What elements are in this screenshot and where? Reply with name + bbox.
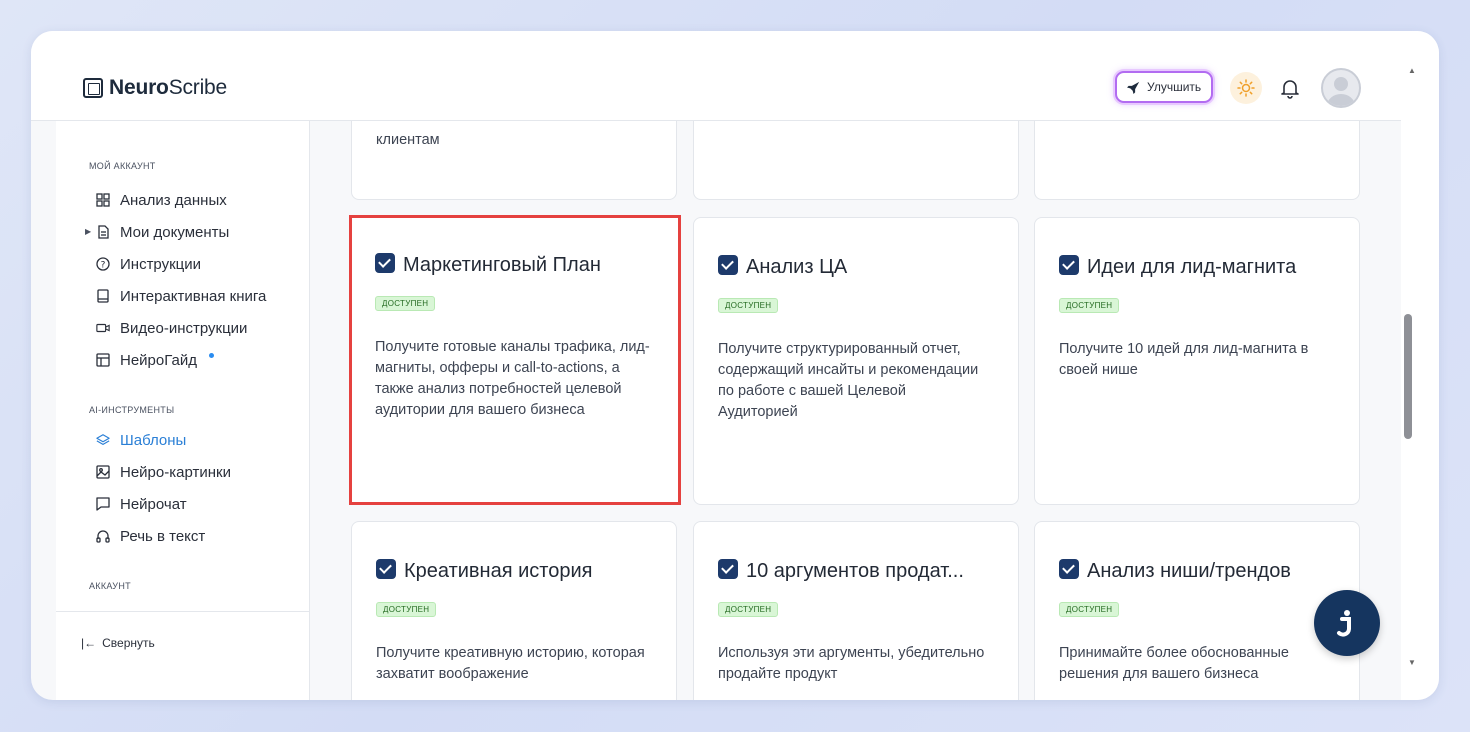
- logo-rest: Scribe: [168, 76, 228, 99]
- new-indicator-dot: [209, 352, 214, 358]
- card-title: Анализ ниши/трендов: [1087, 560, 1291, 582]
- grid-icon: [96, 193, 110, 207]
- layers-icon: [96, 433, 110, 447]
- card-description: Получите 10 идей для лид-магнита в своей…: [1059, 341, 1309, 378]
- book-icon: [96, 289, 110, 303]
- card-title: Креативная история: [404, 560, 593, 582]
- avatar[interactable]: [1321, 68, 1361, 108]
- sidebar-item-label: Видео-инструкции: [120, 319, 248, 337]
- section-my-account: МОЙ АККАУНТ: [89, 161, 156, 171]
- sidebar-item-neuro-images[interactable]: Нейро-картинки: [96, 461, 231, 483]
- chat-assistant-button[interactable]: [1314, 590, 1380, 656]
- template-card-sales-arguments[interactable]: 10 аргументов продат... ДОСТУПЕН Использ…: [693, 521, 1019, 700]
- sidebar-item-label: Нейрочат: [120, 495, 187, 513]
- collapse-button[interactable]: |← Свернуть: [81, 636, 155, 650]
- sidebar-item-instructions[interactable]: ? Инструкции: [96, 253, 201, 275]
- user-icon: [1327, 77, 1355, 106]
- headphones-icon: [96, 529, 110, 543]
- sidebar-item-video-instructions[interactable]: Видео-инструкции: [96, 317, 247, 339]
- logo[interactable]: NeuroScribe: [83, 76, 227, 100]
- theme-toggle[interactable]: [1230, 72, 1262, 104]
- checkbox-icon: [1059, 558, 1079, 579]
- templates-grid: клиентам Маркетинговый План ДОСТУПЕН Пол…: [311, 121, 1401, 700]
- video-icon: [96, 321, 110, 335]
- sidebar-item-label: Речь в текст: [120, 527, 206, 545]
- logo-icon: [83, 78, 103, 98]
- collapse-icon: |←: [81, 636, 97, 650]
- scroll-up-arrow-icon[interactable]: ▲: [1408, 66, 1416, 75]
- checkbox-icon: [718, 558, 738, 579]
- checkbox-icon: [376, 558, 396, 579]
- template-card-lead-magnet-ideas[interactable]: Идеи для лид-магнита ДОСТУПЕН Получите 1…: [1034, 217, 1360, 505]
- status-badge: ДОСТУПЕН: [718, 602, 779, 617]
- sidebar-item-data-analysis[interactable]: Анализ данных: [96, 189, 227, 211]
- scroll-down-arrow-icon[interactable]: ▼: [1408, 658, 1416, 667]
- collapse-label: Свернуть: [102, 636, 155, 650]
- status-badge: ДОСТУПЕН: [376, 602, 437, 617]
- sidebar-divider: [56, 611, 310, 612]
- sidebar-item-label: Мои документы: [120, 223, 230, 241]
- chat-assistant-icon: [1337, 610, 1351, 637]
- bell-icon: [1281, 80, 1299, 99]
- card-title: Маркетинговый План: [403, 254, 601, 276]
- checkbox-icon: [1059, 254, 1079, 275]
- card-title: Анализ ЦА: [746, 256, 848, 278]
- card-description: клиентам: [376, 132, 440, 148]
- notifications-button[interactable]: [1278, 76, 1302, 100]
- status-badge: ДОСТУПЕН: [375, 296, 436, 311]
- chat-icon: [96, 497, 110, 511]
- upgrade-label: Улучшить: [1147, 80, 1202, 94]
- card-description: Принимайте более обоснованные решения дл…: [1059, 645, 1289, 682]
- top-header: NeuroScribe Улучшить: [31, 31, 1401, 121]
- sidebar-item-label: Нейро-картинки: [120, 463, 231, 481]
- svg-text:?: ?: [101, 261, 106, 271]
- sidebar-item-interactive-book[interactable]: Интерактивная книга: [96, 285, 266, 307]
- scrollbar-thumb[interactable]: [1404, 314, 1412, 439]
- template-card-partial[interactable]: клиентам: [351, 121, 677, 200]
- sidebar-item-neuroguide[interactable]: НейроГайд: [96, 349, 214, 371]
- rocket-icon: [1127, 81, 1140, 94]
- status-badge: ДОСТУПЕН: [718, 298, 779, 313]
- sidebar-item-label: Интерактивная книга: [120, 287, 267, 305]
- section-account: АККАУНТ: [89, 581, 131, 591]
- checkbox-icon: [375, 252, 395, 273]
- sidebar-item-label: Шаблоны: [120, 431, 187, 449]
- sidebar-item-label: Инструкции: [120, 255, 202, 273]
- sidebar-item-templates[interactable]: Шаблоны: [96, 429, 186, 451]
- help-icon: ?: [96, 257, 110, 271]
- template-card-niche-trends[interactable]: Анализ ниши/трендов ДОСТУПЕН Принимайте …: [1034, 521, 1360, 700]
- status-badge: ДОСТУПЕН: [1059, 298, 1120, 313]
- card-description: Получите готовые каналы трафика, лид-маг…: [375, 339, 650, 418]
- card-title: Идеи для лид-магнита: [1087, 256, 1297, 278]
- sidebar-item-my-documents[interactable]: Мои документы: [96, 221, 229, 243]
- card-title: 10 аргументов продат...: [746, 560, 964, 582]
- upgrade-button[interactable]: Улучшить: [1115, 71, 1214, 103]
- sidebar-item-label: Анализ данных: [120, 191, 227, 209]
- app-window: NeuroScribe Улучшить МОЙ АККАУНТ Анализ …: [31, 31, 1439, 700]
- template-card-audience-analysis[interactable]: Анализ ЦА ДОСТУПЕН Получите структуриров…: [693, 217, 1019, 505]
- sun-icon: [1237, 79, 1255, 97]
- template-card-partial[interactable]: [1034, 121, 1360, 200]
- caret-right-icon[interactable]: ▶: [85, 227, 91, 236]
- template-card-marketing-plan[interactable]: Маркетинговый План ДОСТУПЕН Получите гот…: [349, 215, 681, 505]
- card-description: Получите креативную историю, которая зах…: [376, 645, 645, 682]
- section-ai-tools: AI-ИНСТРУМЕНТЫ: [89, 405, 175, 415]
- sidebar: МОЙ АККАУНТ Анализ данных ▶ Мои документ…: [56, 121, 310, 700]
- card-description: Получите структурированный отчет, содерж…: [718, 341, 979, 420]
- image-icon: [96, 465, 110, 479]
- template-card-creative-story[interactable]: Креативная история ДОСТУПЕН Получите кре…: [351, 521, 677, 700]
- logo-bold: Neuro: [109, 76, 169, 99]
- sidebar-item-speech-to-text[interactable]: Речь в текст: [96, 525, 205, 547]
- guide-icon: [96, 353, 110, 367]
- template-card-partial[interactable]: [693, 121, 1019, 200]
- sidebar-item-label: НейроГайд: [120, 351, 197, 369]
- status-badge: ДОСТУПЕН: [1059, 602, 1120, 617]
- sidebar-item-neurochat[interactable]: Нейрочат: [96, 493, 187, 515]
- document-icon: [96, 225, 110, 239]
- checkbox-icon: [718, 254, 738, 275]
- card-description: Используя эти аргументы, убедительно про…: [718, 645, 985, 682]
